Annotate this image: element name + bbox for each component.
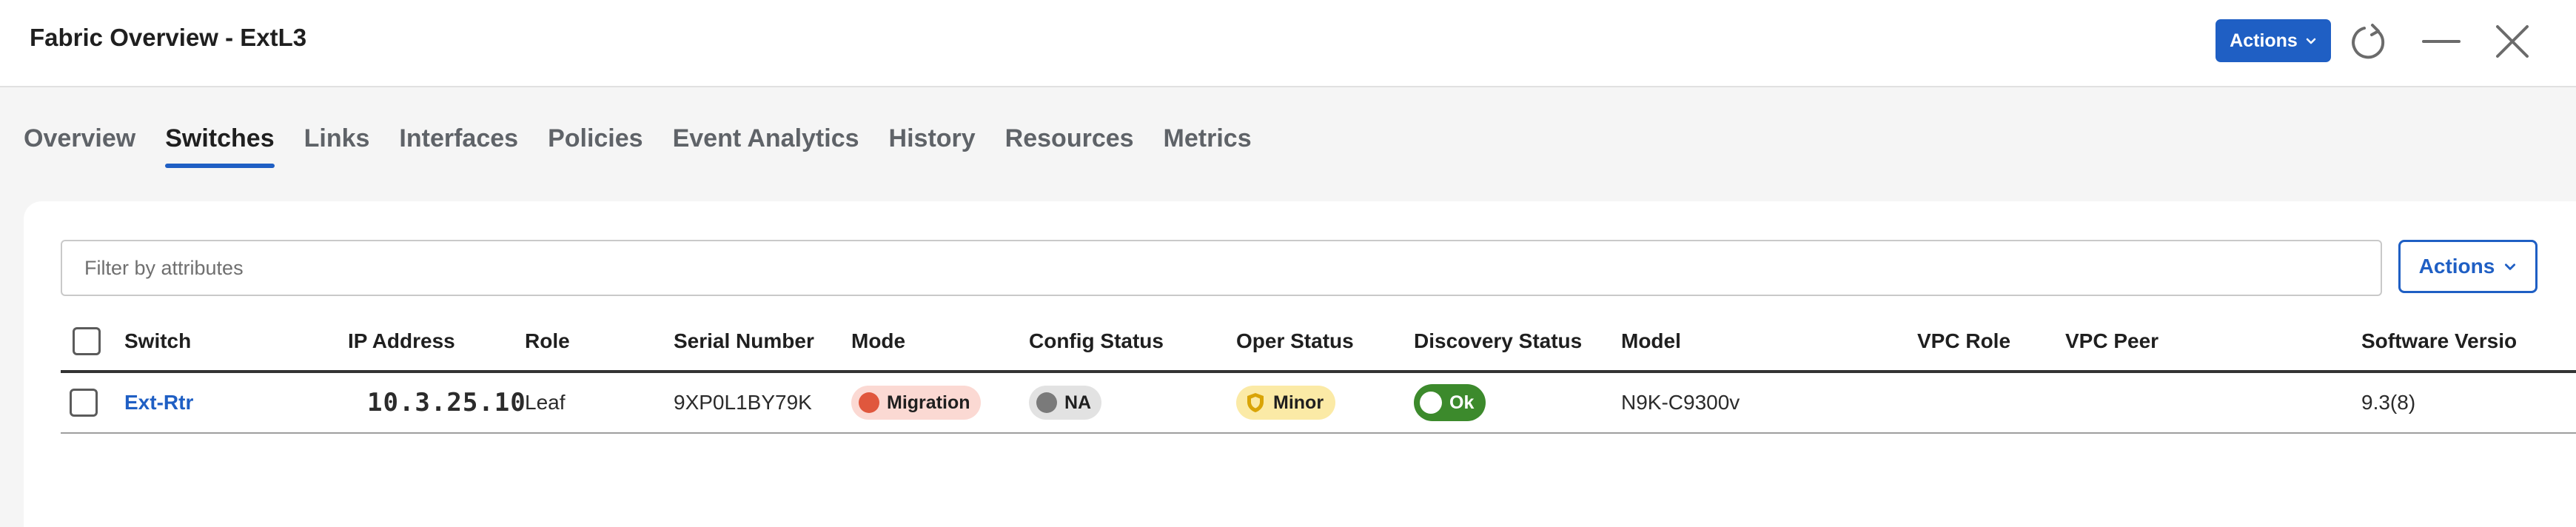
serial-number-cell: 9XP0L1BY79K	[674, 391, 812, 414]
table-actions-button[interactable]: Actions	[2398, 240, 2538, 293]
column-header-oper-status[interactable]: Oper Status	[1236, 312, 1354, 370]
discovery-status-toggle: Ok	[1414, 384, 1486, 421]
tab-interfaces[interactable]: Interfaces	[399, 124, 518, 168]
table-row[interactable]: Ext-Rtr 10.3.25.10 Leaf 9XP0L1BY79K Migr…	[61, 373, 2576, 434]
tab-resources[interactable]: Resources	[1005, 124, 1134, 168]
chevron-down-icon	[2306, 38, 2316, 44]
page-title: Fabric Overview - ExtL3	[30, 24, 307, 51]
switches-card: Actions Switch IP Address Role Serial Nu…	[24, 201, 2576, 527]
column-header-discovery-status[interactable]: Discovery Status	[1414, 312, 1582, 370]
column-header-switch[interactable]: Switch	[124, 312, 191, 370]
table-actions-label: Actions	[2418, 255, 2495, 278]
config-status-badge: NA	[1029, 386, 1102, 420]
switch-name-cell: Ext-Rtr	[124, 373, 193, 432]
toggle-knob-icon	[1420, 392, 1442, 414]
role-cell: Leaf	[525, 391, 566, 414]
header-actions-label: Actions	[2230, 30, 2298, 51]
migration-status-dot-icon	[859, 392, 879, 413]
chevron-down-icon	[2505, 264, 2516, 270]
tab-links[interactable]: Links	[304, 124, 370, 168]
column-header-role[interactable]: Role	[525, 312, 570, 370]
row-checkbox[interactable]	[70, 389, 98, 417]
discovery-status-label: Ok	[1449, 392, 1475, 413]
tab-history[interactable]: History	[889, 124, 976, 168]
mode-badge-label: Migration	[887, 392, 970, 413]
oper-status-label: Minor	[1273, 392, 1324, 413]
filter-input[interactable]	[61, 240, 2382, 296]
oper-status-cell: Minor	[1236, 373, 1336, 432]
column-header-serial-number[interactable]: Serial Number	[674, 312, 814, 370]
tab-event-analytics[interactable]: Event Analytics	[673, 124, 859, 168]
switches-table: Switch IP Address Role Serial Number Mod…	[61, 312, 2576, 434]
column-header-mode[interactable]: Mode	[851, 312, 905, 370]
tab-bar: Overview Switches Links Interfaces Polic…	[24, 124, 1281, 168]
column-header-vpc-peer[interactable]: VPC Peer	[2065, 312, 2159, 370]
config-status-label: NA	[1064, 392, 1092, 413]
shield-icon	[1247, 393, 1264, 412]
switch-name-link[interactable]: Ext-Rtr	[124, 391, 193, 414]
page-header: Fabric Overview - ExtL3 Actions	[0, 0, 2576, 87]
select-all-checkbox[interactable]	[73, 327, 101, 355]
column-header-config-status[interactable]: Config Status	[1029, 312, 1164, 370]
ip-address-cell: 10.3.25.10	[367, 388, 526, 417]
mode-badge: Migration	[851, 386, 981, 420]
tab-switches[interactable]: Switches	[165, 124, 275, 168]
refresh-icon[interactable]	[2347, 19, 2391, 64]
discovery-status-cell: Ok	[1414, 373, 1486, 432]
minimize-icon[interactable]	[2419, 19, 2463, 64]
column-header-software-version[interactable]: Software Versio	[2361, 312, 2517, 370]
model-cell: N9K-C9300v	[1621, 391, 1740, 414]
oper-status-badge: Minor	[1236, 386, 1336, 420]
tab-policies[interactable]: Policies	[548, 124, 643, 168]
na-status-dot-icon	[1036, 392, 1057, 413]
table-header: Switch IP Address Role Serial Number Mod…	[61, 312, 2576, 373]
column-header-vpc-role[interactable]: VPC Role	[1917, 312, 2010, 370]
software-version-cell: 9.3(8)	[2361, 391, 2416, 414]
tab-metrics[interactable]: Metrics	[1164, 124, 1252, 168]
close-icon[interactable]	[2490, 19, 2535, 64]
select-all-cell	[73, 312, 101, 370]
header-actions-button[interactable]: Actions	[2216, 19, 2331, 62]
column-header-model[interactable]: Model	[1621, 312, 1681, 370]
mode-cell: Migration	[851, 373, 981, 432]
tab-overview[interactable]: Overview	[24, 124, 135, 168]
config-status-cell: NA	[1029, 373, 1102, 432]
column-header-ip-address[interactable]: IP Address	[348, 312, 455, 370]
row-select-cell	[70, 373, 98, 432]
